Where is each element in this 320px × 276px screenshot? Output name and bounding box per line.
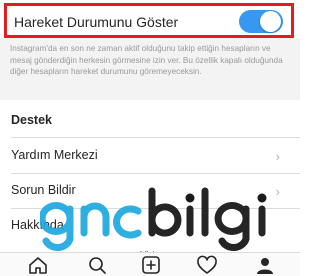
- divider: [11, 137, 300, 138]
- support-section-title: Destek: [11, 113, 52, 127]
- profile-icon[interactable]: [254, 255, 276, 275]
- menu-item-help-center[interactable]: Yardım Merkezi ›: [0, 139, 300, 173]
- chevron-right-icon: ›: [275, 184, 280, 199]
- menu-item-report-problem[interactable]: Sorun Bildir ›: [0, 174, 300, 208]
- settings-screen: Hareket Durumunu Göster Instagram'da en …: [0, 0, 300, 276]
- home-icon[interactable]: [27, 255, 49, 275]
- activity-status-row: Hareket Durumunu Göster: [4, 3, 294, 38]
- activity-status-toggle[interactable]: [239, 10, 283, 33]
- menu-item-label: Sorun Bildir: [11, 183, 76, 197]
- menu-item-label: Yardım Merkezi: [11, 148, 98, 162]
- activity-status-description: Instagram'da en son ne zaman aktif olduğ…: [10, 44, 283, 76]
- add-post-icon[interactable]: [140, 255, 162, 275]
- menu-item-label: Hakkında: [11, 218, 64, 232]
- search-icon[interactable]: [86, 255, 108, 275]
- activity-status-label: Hareket Durumunu Göster: [14, 14, 179, 30]
- activity-status-description-panel: Instagram'da en son ne zaman aktif olduğ…: [0, 38, 300, 100]
- menu-item-about[interactable]: Hakkında: [0, 209, 300, 243]
- heart-icon[interactable]: [196, 255, 218, 275]
- bottom-tab-bar: [0, 252, 300, 276]
- chevron-right-icon: ›: [275, 149, 280, 164]
- toggle-knob: [260, 11, 281, 32]
